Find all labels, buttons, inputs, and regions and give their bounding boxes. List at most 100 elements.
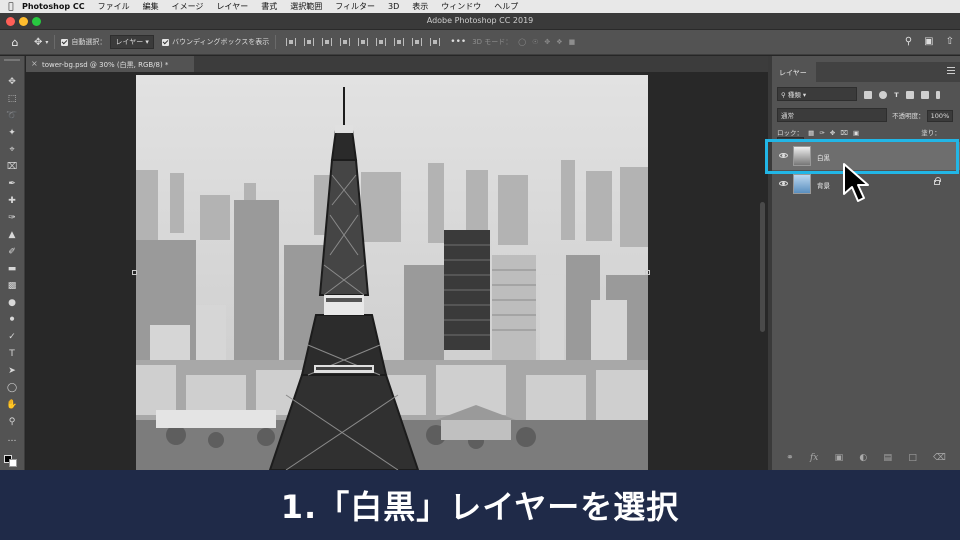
align-right-icon[interactable] <box>322 38 333 46</box>
share-icon[interactable]: ⇧ <box>946 36 954 47</box>
more-options-icon[interactable]: ••• <box>450 37 466 47</box>
magic-wand-icon[interactable]: ✦ <box>6 128 18 139</box>
filter-pixel-icon[interactable] <box>864 91 873 99</box>
menu-window[interactable]: ウィンドウ <box>441 1 481 12</box>
stamp-tool-icon[interactable]: ▲ <box>6 230 18 241</box>
crop-tool-icon[interactable]: ⌖ <box>6 145 18 156</box>
options-right: ⚲ ▣ ⇧ <box>905 36 954 47</box>
dodge-tool-icon[interactable]: ⚫ <box>6 315 18 326</box>
fill-label: 塗り： <box>921 129 941 137</box>
panel-grip[interactable] <box>4 59 20 61</box>
transform-handle-left[interactable] <box>132 270 137 275</box>
home-icon[interactable]: ⌂ <box>0 36 30 49</box>
link-layers-icon[interactable]: ⚭ <box>786 453 794 463</box>
workspace-icon[interactable]: ▣ <box>924 36 933 47</box>
blur-tool-icon[interactable]: ● <box>6 298 18 309</box>
align-top-icon[interactable] <box>340 38 351 46</box>
document-tab[interactable]: × tower-bg.psd @ 30% (白黒, RGB/8) * <box>26 56 194 72</box>
transform-handle-right[interactable] <box>645 270 650 275</box>
layer-filter-dropdown[interactable]: ⚲ 種類 ▾ <box>777 87 857 101</box>
menu-select[interactable]: 選択範囲 <box>290 1 322 12</box>
lock-paint-icon[interactable]: ✑ <box>819 129 824 137</box>
3d-mode-label: 3D モード： <box>472 38 513 46</box>
layers-panel: レイヤー ⚲ 種類 ▾ T 通常 不透明度： 100% ロック： ▦ ✑ ✥ ⌧… <box>772 56 960 470</box>
healing-brush-icon[interactable]: ✚ <box>6 196 18 207</box>
align-vcenter-icon[interactable] <box>358 38 369 46</box>
frame-tool-icon[interactable]: ⌧ <box>6 162 18 173</box>
3d-slide-icon[interactable]: ❖ <box>556 38 562 46</box>
distribute-horizontal-icon[interactable] <box>430 38 441 46</box>
canvas-area[interactable] <box>26 72 768 470</box>
menu-filter[interactable]: フィルター <box>335 1 375 12</box>
eyedropper-icon[interactable]: ✒ <box>6 179 18 190</box>
filter-shape-icon[interactable] <box>905 91 914 99</box>
menu-type[interactable]: 書式 <box>261 1 277 12</box>
layer-style-icon[interactable]: fx <box>810 453 818 463</box>
gradient-tool-icon[interactable]: ▩ <box>6 281 18 292</box>
menu-edit[interactable]: 編集 <box>143 1 159 12</box>
add-mask-icon[interactable]: ▣ <box>835 453 844 463</box>
align-left-icon[interactable] <box>286 38 297 46</box>
chevron-down-icon[interactable]: ▾ <box>45 39 48 46</box>
lock-artboard-icon[interactable]: ⌧ <box>840 129 848 137</box>
layers-tab[interactable]: レイヤー <box>772 62 816 82</box>
filter-toggle-icon[interactable] <box>935 91 940 99</box>
filter-smart-object-icon[interactable] <box>920 91 929 99</box>
move-tool-icon[interactable]: ✥ <box>6 77 18 88</box>
brush-tool-icon[interactable]: ✑ <box>6 213 18 224</box>
type-tool-icon[interactable]: T <box>6 349 18 360</box>
hand-tool-icon[interactable]: ✋ <box>6 400 18 411</box>
align-hcenter-icon[interactable] <box>304 38 315 46</box>
menu-view[interactable]: 表示 <box>412 1 428 12</box>
visibility-eye-icon[interactable] <box>779 181 788 186</box>
lock-transparent-icon[interactable]: ▦ <box>808 129 814 137</box>
more-tools-icon[interactable]: … <box>6 434 18 445</box>
auto-select-checkbox[interactable] <box>61 38 69 46</box>
color-swatches[interactable] <box>4 455 20 467</box>
menu-layer[interactable]: レイヤー <box>216 1 248 12</box>
menu-image[interactable]: イメージ <box>172 1 204 12</box>
3d-scale-icon[interactable]: ■ <box>569 38 576 46</box>
zoom-tool-icon[interactable]: ⚲ <box>6 417 18 428</box>
options-bar: ⌂ ✥ ▾ 自動選択： レイヤー ▾ バウンディングボックスを表示 ••• 3D… <box>0 30 960 55</box>
pen-tool-icon[interactable]: ✓ <box>6 332 18 343</box>
menu-app-name[interactable]: Photoshop CC <box>22 2 85 11</box>
auto-select-dropdown[interactable]: レイヤー ▾ <box>110 35 154 49</box>
distribute-vertical-icon[interactable] <box>412 38 423 46</box>
blend-mode-dropdown[interactable]: 通常 <box>777 108 887 122</box>
3d-pan-icon[interactable]: ✥ <box>544 38 550 46</box>
distribute-icon[interactable] <box>394 38 405 46</box>
new-layer-icon[interactable]: □ <box>908 453 917 463</box>
vertical-scrollbar[interactable] <box>760 202 765 332</box>
lock-position-icon[interactable]: ✥ <box>830 129 835 137</box>
marquee-tool-icon[interactable]: ⬚ <box>6 94 18 105</box>
3d-orbit-icon[interactable]: ◯ <box>518 38 526 46</box>
filter-type-icon[interactable]: T <box>894 91 898 99</box>
filter-adjustment-icon[interactable] <box>879 91 888 99</box>
eraser-icon[interactable]: ▬ <box>6 264 18 275</box>
3d-roll-icon[interactable]: ☉ <box>532 38 538 46</box>
opacity-input[interactable]: 100% <box>926 110 954 122</box>
menu-file[interactable]: ファイル <box>98 1 130 12</box>
ellipse-tool-icon[interactable]: ◯ <box>6 383 18 394</box>
close-tab-icon[interactable]: × <box>31 59 38 68</box>
photoshop-screen:  Photoshop CC ファイル 編集 イメージ レイヤー 書式 選択範囲… <box>0 0 960 540</box>
new-group-icon[interactable]: ▤ <box>884 453 893 463</box>
menu-help[interactable]: ヘルプ <box>494 1 518 12</box>
lasso-tool-icon[interactable]: ➰ <box>6 111 18 122</box>
layers-panel-footer: ⚭ fx ▣ ◐ ▤ □ ⌫ <box>772 446 960 470</box>
apple-icon[interactable]:  <box>0 2 22 12</box>
search-icon[interactable]: ⚲ <box>905 36 912 47</box>
panel-menu-icon[interactable] <box>947 67 955 74</box>
path-select-icon[interactable]: ➤ <box>6 366 18 377</box>
lock-all-icon[interactable]: ▣ <box>853 129 859 137</box>
move-tool-icon[interactable]: ✥ <box>34 37 42 48</box>
bounding-box-checkbox[interactable] <box>161 38 169 46</box>
menu-3d[interactable]: 3D <box>388 2 399 11</box>
tokyo-tower-image[interactable] <box>136 75 648 470</box>
align-bottom-icon[interactable] <box>376 38 387 46</box>
adjustment-layer-icon[interactable]: ◐ <box>859 453 867 463</box>
history-brush-icon[interactable]: ✐ <box>6 247 18 258</box>
background-color[interactable] <box>9 459 17 467</box>
delete-layer-icon[interactable]: ⌫ <box>933 453 946 463</box>
